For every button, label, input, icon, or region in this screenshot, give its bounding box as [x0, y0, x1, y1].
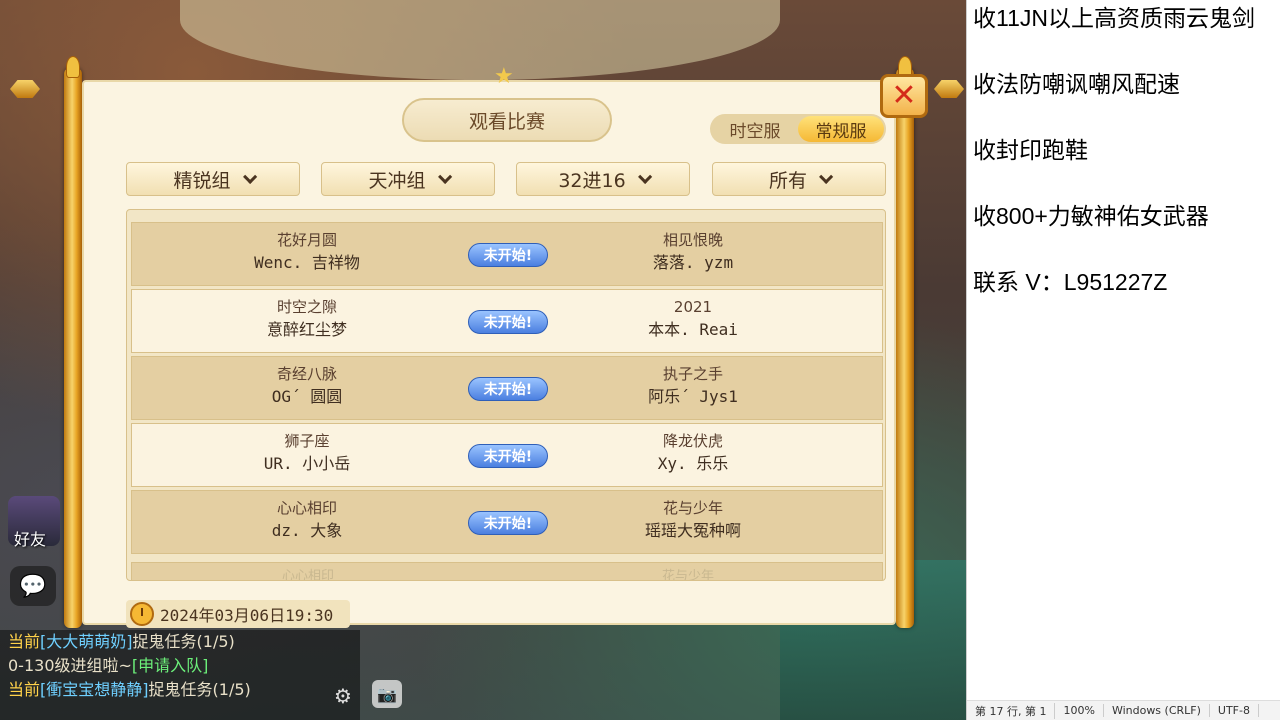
- right-team: 执子之手 阿乐´ Jys1: [568, 363, 818, 409]
- watch-match-dialog: ★ 观看比赛 时空服 常规服 精锐组 天冲组 32进16 所有 花好月圆 Wen…: [10, 56, 964, 635]
- dialog-title: 观看比赛: [468, 110, 545, 133]
- team-name: 花与少年: [662, 569, 715, 581]
- star-icon: ★: [494, 64, 514, 89]
- scroll-roller-left: [64, 56, 82, 628]
- round-dropdown-label: 32进16: [558, 169, 626, 192]
- team-name: 狮子座: [284, 432, 330, 450]
- left-team: 狮子座 UR. 小小岳: [182, 430, 432, 476]
- team-name: 花与少年: [662, 499, 723, 517]
- player-name: OG´ 圆圆: [271, 387, 343, 406]
- right-team: 相见恨晚 落落. yzm: [568, 229, 818, 275]
- player-name: 阿乐´ Jys1: [648, 387, 738, 406]
- chevron-down-icon: [437, 169, 452, 184]
- server-toggle: 时空服 常规服: [710, 114, 886, 144]
- match-list[interactable]: 花好月圆 Wenc. 吉祥物 未开始! 相见恨晚 落落. yzm 时空之隙 意醉…: [126, 209, 886, 581]
- team-name: 心心相印: [276, 499, 337, 517]
- match-row[interactable]: 时空之隙 意醉红尘梦 未开始! 2021 本本. Reai: [131, 289, 883, 353]
- encoding: UTF-8: [1210, 704, 1259, 717]
- team-name: 时空之隙: [276, 298, 337, 316]
- chevron-down-icon: [637, 169, 652, 184]
- note-line: 收11JN以上高资质雨云鬼剑: [973, 5, 1255, 31]
- note-line: 收封印跑鞋: [973, 137, 1088, 163]
- player-name: 本本. Reai: [648, 320, 738, 339]
- player-name: Xy. 乐乐: [657, 454, 729, 473]
- match-row-partial[interactable]: 心心相印 花与少年: [131, 562, 883, 581]
- close-button[interactable]: ✕: [880, 74, 928, 118]
- player-name: UR. 小小岳: [263, 454, 351, 473]
- status-badge: 未开始!: [468, 511, 548, 535]
- right-team: 花与少年 瑶瑶大冤种啊: [568, 497, 818, 543]
- player-name: Wenc. 吉祥物: [254, 253, 360, 272]
- notepad-text-area[interactable]: 收11JN以上高资质雨云鬼剑 收法防嘲讽嘲风配速 收封印跑鞋 收800+力敏神佑…: [973, 2, 1273, 332]
- team-name: 降龙伏虎: [662, 432, 723, 450]
- datetime-text: 2024年03月06日19:30: [160, 606, 334, 625]
- left-team: 时空之隙 意醉红尘梦: [182, 296, 432, 342]
- right-team: 2021 本本. Reai: [568, 296, 818, 342]
- group-dropdown[interactable]: 精锐组: [126, 162, 300, 196]
- gear-icon[interactable]: ⚙: [334, 684, 352, 708]
- clock-icon: [130, 602, 154, 626]
- team-name: 相见恨晚: [662, 231, 723, 249]
- friends-label: 好友: [14, 530, 47, 549]
- note-line: 联系 V：L951227Z: [973, 269, 1168, 295]
- close-icon: ✕: [891, 78, 917, 113]
- player-name: 意醉红尘梦: [266, 320, 347, 339]
- match-row[interactable]: 心心相印 dz. 大象 未开始! 花与少年 瑶瑶大冤种啊: [131, 490, 883, 554]
- dialog-panel: ★ 观看比赛 时空服 常规服 精锐组 天冲组 32进16 所有 花好月圆 Wen…: [82, 64, 896, 628]
- notepad-status-bar: 第 17 行, 第 1 100% Windows (CRLF) UTF-8: [967, 700, 1280, 720]
- zoom-level: 100%: [1055, 704, 1104, 717]
- status-badge: 未开始!: [468, 444, 548, 468]
- match-row[interactable]: 狮子座 UR. 小小岳 未开始! 降龙伏虎 Xy. 乐乐: [131, 423, 883, 487]
- title-plaque: 观看比赛: [402, 98, 612, 142]
- group-dropdown-label: 精锐组: [173, 169, 231, 192]
- team-name: 花好月圆: [276, 231, 337, 249]
- chat-line: 当前[衝宝宝想静静]捉鬼任务(1/5): [8, 680, 251, 699]
- team-name: 2021: [673, 298, 713, 316]
- screen: { "dialog": { "title": "观看比赛", "server_t…: [0, 0, 1280, 720]
- team-name: 奇经八脉: [276, 365, 337, 383]
- player-name: dz. 大象: [271, 521, 343, 540]
- division-dropdown-label: 天冲组: [368, 169, 426, 192]
- camera-icon[interactable]: 📷: [372, 680, 402, 708]
- toggle-regular-server[interactable]: 常规服: [798, 116, 884, 142]
- line-ending: Windows (CRLF): [1104, 704, 1210, 717]
- chat-bubble-icon: 💬: [19, 573, 47, 599]
- match-row[interactable]: 花好月圆 Wenc. 吉祥物 未开始! 相见恨晚 落落. yzm: [131, 222, 883, 286]
- player-name: 落落. yzm: [652, 253, 734, 272]
- note-line: 收法防嘲讽嘲风配速: [973, 71, 1180, 97]
- team-name: 心心相印: [282, 569, 335, 581]
- player-name: 瑶瑶大冤种啊: [644, 521, 741, 540]
- status-badge: 未开始!: [468, 243, 548, 267]
- scroll-roller-right: [896, 56, 914, 628]
- toggle-spacetime-server[interactable]: 时空服: [712, 116, 798, 142]
- team-name: 执子之手: [662, 365, 723, 383]
- apply-join-link[interactable]: [申请入队]: [132, 656, 209, 675]
- match-datetime: 2024年03月06日19:30: [126, 600, 350, 628]
- division-dropdown[interactable]: 天冲组: [321, 162, 495, 196]
- filter-bar: 精锐组 天冲组 32进16 所有: [126, 162, 886, 196]
- scope-dropdown-label: 所有: [768, 169, 807, 192]
- note-line: 收800+力敏神佑女武器: [973, 203, 1209, 229]
- chat-line: 0-130级进组啦~[申请入队]: [8, 656, 209, 675]
- status-badge: 未开始!: [468, 310, 548, 334]
- left-team: 心心相印 dz. 大象: [182, 497, 432, 543]
- left-team: 花好月圆 Wenc. 吉祥物: [182, 229, 432, 275]
- chat-line: 当前[大大萌萌奶]捉鬼任务(1/5): [8, 632, 235, 651]
- chat-log[interactable]: 当前[大大萌萌奶]捉鬼任务(1/5) 0-130级进组啦~[申请入队] 当前[衝…: [0, 630, 360, 720]
- notepad-window: 收11JN以上高资质雨云鬼剑 收法防嘲讽嘲风配速 收封印跑鞋 收800+力敏神佑…: [966, 0, 1280, 720]
- right-team: 降龙伏虎 Xy. 乐乐: [568, 430, 818, 476]
- match-row[interactable]: 奇经八脉 OG´ 圆圆 未开始! 执子之手 阿乐´ Jys1: [131, 356, 883, 420]
- chat-button[interactable]: 💬: [10, 566, 56, 606]
- cursor-position: 第 17 行, 第 1: [967, 702, 1056, 719]
- round-dropdown[interactable]: 32进16: [516, 162, 690, 196]
- chevron-down-icon: [242, 169, 257, 184]
- left-team: 奇经八脉 OG´ 圆圆: [182, 363, 432, 409]
- scope-dropdown[interactable]: 所有: [712, 162, 886, 196]
- chevron-down-icon: [819, 169, 834, 184]
- status-badge: 未开始!: [468, 377, 548, 401]
